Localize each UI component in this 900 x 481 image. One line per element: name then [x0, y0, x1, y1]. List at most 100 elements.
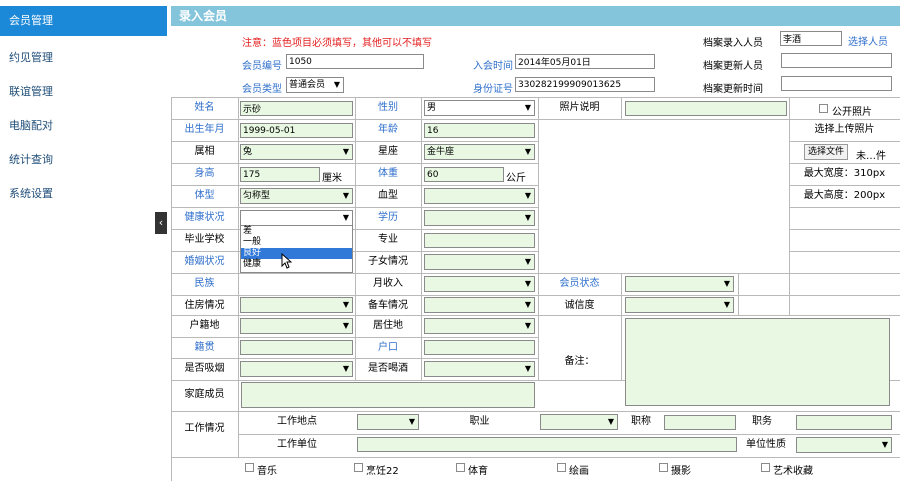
weight-field[interactable]	[424, 167, 504, 182]
title-field[interactable]	[664, 415, 736, 430]
hobby-checkbox[interactable]	[557, 463, 566, 472]
choose-file-button[interactable]: 选择文件	[804, 144, 849, 160]
dropdown-option[interactable]: 差	[241, 226, 352, 237]
height-unit: 厘米	[322, 173, 342, 184]
age-field[interactable]	[424, 123, 535, 138]
remark-label: 备注：	[564, 356, 595, 367]
marriage-label: 婚姻状况	[184, 256, 225, 267]
body-type-label: 体型	[194, 190, 215, 201]
housing-label: 住房情况	[184, 300, 225, 311]
ethnic-label: 民族	[194, 278, 215, 289]
sidebar: 会员管理 约见管理 联谊管理 电脑配对 统计查询 系统设置	[0, 0, 167, 481]
children-select[interactable]: ▼	[424, 254, 535, 270]
unit-nature-select[interactable]: ▼	[796, 437, 892, 453]
gender-select[interactable]: 男 ▼	[424, 100, 535, 116]
duty-label: 职务	[752, 416, 772, 427]
school-label: 毕业学校	[184, 234, 225, 245]
credit-select[interactable]: ▼	[625, 297, 734, 313]
drink-select[interactable]: ▼	[424, 361, 535, 377]
job-select[interactable]: ▼	[540, 414, 618, 430]
hobby-checkbox[interactable]	[456, 463, 465, 472]
dropdown-option-highlighted[interactable]: 良好	[241, 248, 352, 259]
education-label: 学历	[378, 212, 398, 223]
sidebar-item-friendship[interactable]: 联谊管理	[0, 77, 167, 107]
id-card-label: 身份证号	[473, 84, 513, 95]
sidebar-item-settings[interactable]: 系统设置	[0, 179, 167, 209]
education-select[interactable]: ▼	[424, 210, 535, 226]
major-field[interactable]	[424, 233, 535, 248]
collapse-sidebar-icon[interactable]: ‹	[155, 212, 167, 234]
major-label: 专业	[378, 234, 398, 245]
entry-person-field[interactable]	[780, 31, 842, 46]
car-select[interactable]: ▼	[424, 297, 535, 313]
photo-desc-field[interactable]	[625, 101, 787, 116]
public-photo-checkbox[interactable]	[819, 104, 828, 113]
remark-textarea[interactable]	[625, 318, 890, 406]
children-label: 子女情况	[368, 256, 408, 267]
dropdown-option[interactable]: 健康	[241, 259, 352, 270]
residence-select[interactable]: ▼	[424, 318, 535, 334]
income-select[interactable]: ▼	[424, 276, 535, 292]
update-person-field	[781, 53, 892, 68]
health-select[interactable]: ▼	[240, 210, 353, 226]
sidebar-item-member[interactable]: 会员管理	[0, 6, 167, 36]
member-no-field[interactable]	[286, 54, 424, 69]
photo-label: 照片说明	[559, 102, 600, 113]
hobby-label: 艺术收藏	[773, 466, 813, 477]
weight-label: 体重	[378, 168, 398, 179]
smoke-label: 是否吸烟	[184, 363, 225, 374]
duty-field[interactable]	[796, 415, 892, 430]
birth-label: 出生年月	[184, 124, 225, 135]
join-time-label: 入会时间	[473, 61, 513, 72]
blood-type-select[interactable]: ▼	[424, 188, 535, 204]
constellation-select[interactable]: 金牛座 ▼	[424, 144, 535, 160]
member-status-select[interactable]: ▼	[625, 276, 734, 292]
birth-field[interactable]	[240, 123, 353, 138]
body-type-select[interactable]: 匀称型 ▼	[240, 188, 353, 204]
hobby-checkbox[interactable]	[245, 463, 254, 472]
hobby-checkbox[interactable]	[761, 463, 770, 472]
upload-photo-label: 选择上传照片	[814, 124, 875, 135]
required-notice: 注意：蓝色项目必须填写，其他可以不填写	[242, 38, 432, 49]
hobby-checkbox[interactable]	[354, 463, 363, 472]
hobby-label: 体育	[468, 466, 488, 477]
no-file-text: 未…件	[856, 151, 886, 162]
dropdown-option[interactable]: 一般	[241, 237, 352, 248]
id-card-field[interactable]	[515, 77, 655, 92]
drink-label: 是否喝酒	[368, 363, 408, 374]
family-textarea[interactable]	[241, 382, 535, 408]
native-field[interactable]	[240, 340, 353, 355]
member-type-select[interactable]: 普通会员 ▼	[286, 77, 344, 93]
sidebar-item-appointment[interactable]: 约见管理	[0, 43, 167, 73]
age-label: 年龄	[378, 124, 398, 135]
hobby-checkbox[interactable]	[659, 463, 668, 472]
sidebar-item-matching[interactable]: 电脑配对	[0, 111, 167, 141]
unit-nature-label: 单位性质	[746, 439, 786, 450]
height-field[interactable]	[240, 167, 320, 182]
max-height-note: 最大高度：200px	[803, 190, 886, 201]
family-label: 家庭成员	[184, 389, 225, 400]
work-place-select[interactable]: ▼	[357, 414, 419, 430]
entry-person-label: 档案录入人员	[703, 38, 763, 49]
credit-label: 诚信度	[564, 300, 595, 311]
work-unit-field[interactable]	[357, 437, 737, 452]
member-type-label: 会员类型	[242, 84, 282, 95]
hobby-label: 烹饪22	[366, 466, 399, 477]
work-place-label: 工作地点	[277, 416, 317, 427]
work-unit-label: 工作单位	[277, 439, 317, 450]
name-field[interactable]	[240, 101, 353, 116]
housing-select[interactable]: ▼	[240, 297, 353, 313]
zodiac-label: 属相	[194, 146, 215, 157]
car-label: 备车情况	[368, 300, 408, 311]
select-person-link[interactable]: 选择人员	[848, 33, 888, 48]
join-time-field[interactable]	[515, 54, 655, 69]
residence-label: 居住地	[373, 320, 403, 331]
hukou-select[interactable]: ▼	[240, 318, 353, 334]
zodiac-select[interactable]: 兔 ▼	[240, 144, 353, 160]
update-person-label: 档案更新人员	[703, 61, 763, 72]
sidebar-item-statistics[interactable]: 统计查询	[0, 145, 167, 175]
household-field[interactable]	[424, 340, 535, 355]
health-dropdown-list: 差 一般 良好 健康	[240, 225, 353, 273]
smoke-select[interactable]: ▼	[240, 361, 353, 377]
update-time-label: 档案更新时间	[703, 84, 763, 95]
